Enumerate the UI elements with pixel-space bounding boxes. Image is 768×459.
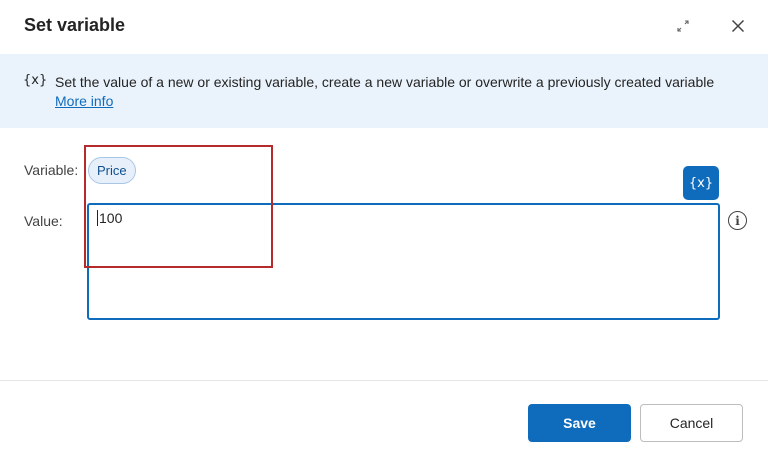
cancel-button[interactable]: Cancel [640, 404, 743, 442]
expand-button[interactable] [667, 10, 699, 42]
insert-variable-button[interactable]: {x} [683, 166, 719, 200]
close-button[interactable] [722, 10, 754, 42]
text-caret [97, 210, 98, 226]
info-description: Set the value of a new or existing varia… [55, 74, 715, 90]
variable-label: Variable: [24, 162, 79, 178]
info-banner [0, 54, 768, 128]
save-button[interactable]: Save [528, 404, 631, 442]
close-icon [731, 19, 745, 33]
set-variable-dialog: Set variable {x} Set the value of a new … [0, 0, 768, 459]
variable-name-chip[interactable]: Price [88, 157, 136, 184]
expand-diagonal-icon [677, 20, 689, 32]
footer-divider [0, 380, 768, 381]
value-label: Value: [24, 213, 63, 229]
insert-variable-icon: {x} [688, 175, 714, 191]
dialog-title: Set variable [24, 15, 126, 35]
info-help-icon[interactable]: i [728, 211, 747, 230]
value-input[interactable]: 100 [87, 203, 720, 320]
variable-icon: {x} [23, 73, 48, 88]
info-help-glyph: i [735, 213, 740, 228]
variable-name: Price [97, 163, 127, 178]
more-info-link[interactable]: More info [55, 93, 113, 109]
value-text: 100 [99, 210, 123, 226]
